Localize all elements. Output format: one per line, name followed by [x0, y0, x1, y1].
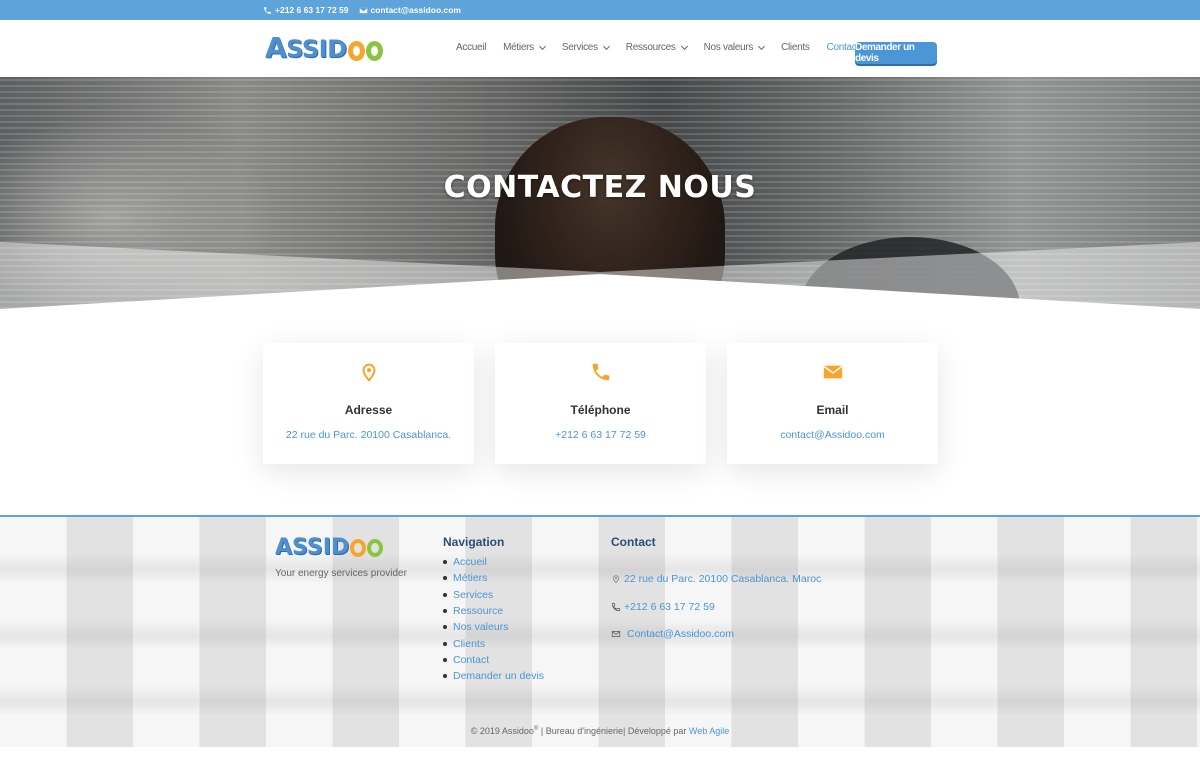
topbar-email[interactable]: contact@assidoo.com	[359, 5, 461, 15]
phone-icon	[592, 363, 609, 381]
nav-item-metiers[interactable]: Métiers	[503, 42, 546, 53]
footer-tagline: Your energy services provider	[275, 568, 407, 579]
card-value[interactable]: contact@Assidoo.com	[727, 429, 938, 441]
nav-label: Métiers	[503, 42, 534, 53]
card-icon-wrap	[495, 361, 706, 383]
footer-nav-clients[interactable]: Clients	[443, 635, 544, 651]
nav-label: Services	[561, 42, 598, 53]
envelope-icon	[611, 631, 621, 637]
phone-icon	[611, 602, 621, 612]
topbar-phone-text: +212 6 63 17 72 59	[275, 5, 349, 15]
footer-address-text: 22 rue du Parc. 20100 Casablanca. Maroc	[624, 573, 822, 585]
footer-email[interactable]: Contact@Assidoo.com	[611, 628, 734, 640]
footer-nav-nos-valeurs[interactable]: Nos valeurs	[443, 619, 544, 635]
logo-wordmark: ASSID	[275, 535, 350, 560]
footer-logo[interactable]: ASSID	[275, 535, 384, 560]
card-value[interactable]: 22 rue du Parc. 20100 Casablanca.	[263, 429, 474, 441]
card-value[interactable]: +212 6 63 17 72 59	[495, 429, 706, 441]
copyright-mid: | Bureau d'ingénierie| Développé par	[538, 726, 689, 736]
copyright: © 2019 Assidoo® | Bureau d'ingénierie| D…	[0, 726, 1200, 736]
footer-nav: Accueil Métiers Services Ressource Nos v…	[443, 554, 544, 684]
email-card: Email contact@Assidoo.com	[727, 343, 938, 464]
page-title: CONTACTEZ NOUS	[443, 170, 757, 205]
card-icon-wrap	[727, 361, 938, 383]
footer-nav-accueil[interactable]: Accueil	[443, 554, 544, 570]
top-bar: +212 6 63 17 72 59 contact@assidoo.com	[0, 0, 1200, 20]
site-logo[interactable]: ASSID	[265, 31, 383, 64]
nav-label: Clients	[781, 42, 810, 53]
chevron-down-icon	[680, 42, 688, 50]
hero-banner: CONTACTEZ NOUS	[0, 77, 1200, 309]
nav-item-services[interactable]: Services	[561, 42, 610, 53]
footer-contact-title: Contact	[611, 535, 656, 549]
location-pin-icon	[361, 363, 376, 382]
nav-item-accueil[interactable]: Accueil	[456, 42, 486, 53]
footer-address[interactable]: 22 rue du Parc. 20100 Casablanca. Maroc	[611, 573, 821, 585]
footer-nav-services[interactable]: Services	[443, 587, 544, 603]
footer-nav-metiers[interactable]: Métiers	[443, 570, 544, 586]
site-header: ASSID Accueil Métiers Services Ressource…	[0, 20, 1200, 77]
card-title: Email	[816, 403, 849, 417]
envelope-icon	[359, 7, 367, 13]
nav-item-clients[interactable]: Clients	[781, 42, 810, 53]
phone-card: Téléphone +212 6 63 17 72 59	[495, 343, 706, 464]
site-footer: ASSID Your energy services provider Navi…	[0, 515, 1200, 763]
nav-item-nos-valeurs[interactable]: Nos valeurs	[703, 42, 766, 53]
nav-item-ressources[interactable]: Ressources	[625, 42, 688, 53]
topbar-phone[interactable]: +212 6 63 17 72 59	[263, 5, 349, 15]
footer-email-text: Contact@Assidoo.com	[627, 628, 734, 640]
card-icon-wrap	[263, 361, 474, 383]
topbar-email-text: contact@assidoo.com	[370, 5, 461, 15]
card-title: Téléphone	[570, 403, 631, 417]
contact-cards: Adresse 22 rue du Parc. 20100 Casablanca…	[263, 343, 938, 464]
developer-link[interactable]: Web Agile	[689, 726, 729, 736]
footer-phone-text: +212 6 63 17 72 59	[624, 601, 715, 613]
logo-wordmark: ASSID	[265, 31, 347, 64]
chevron-down-icon	[538, 42, 546, 50]
chevron-down-icon	[602, 42, 610, 50]
address-card: Adresse 22 rue du Parc. 20100 Casablanca…	[263, 343, 474, 464]
footer-phone[interactable]: +212 6 63 17 72 59	[611, 601, 715, 613]
location-pin-icon	[613, 575, 619, 584]
copyright-text: © 2019 Assidoo	[470, 726, 534, 736]
footer-nav-ressource[interactable]: Ressource	[443, 603, 544, 619]
logo-oo-icon	[347, 41, 383, 61]
chevron-down-icon	[758, 42, 766, 50]
envelope-icon	[823, 365, 842, 379]
nav-label: Ressources	[625, 42, 676, 53]
logo-oo-icon	[350, 539, 384, 557]
nav-label: Accueil	[456, 42, 487, 53]
footer-bottom-strip	[0, 747, 1200, 763]
footer-nav-contact[interactable]: Contact	[443, 652, 544, 668]
footer-nav-title: Navigation	[443, 535, 505, 549]
phone-icon	[264, 6, 271, 14]
main-nav: Accueil Métiers Services Ressources Nos …	[456, 42, 876, 53]
footer-nav-devis[interactable]: Demander un devis	[443, 668, 544, 684]
request-quote-button[interactable]: Demander un devis	[855, 42, 937, 64]
nav-label: Nos valeurs	[703, 42, 754, 53]
card-title: Adresse	[344, 403, 393, 417]
